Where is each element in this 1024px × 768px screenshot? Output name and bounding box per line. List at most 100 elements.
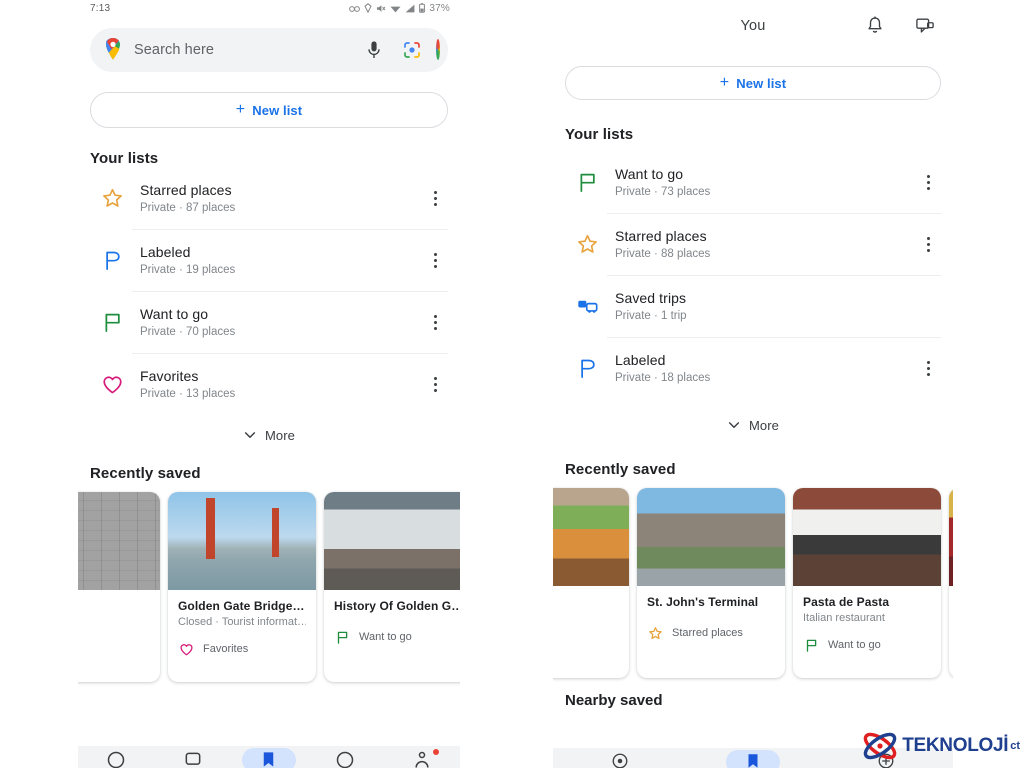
nav-saved[interactable] xyxy=(725,750,780,768)
right-phone-panel: You + New list Your lists Want to go Pri… xyxy=(553,0,953,768)
watermark-suffix: ct xyxy=(1010,740,1020,752)
place-card-tag xyxy=(78,629,150,645)
glasses-icon xyxy=(349,5,361,12)
list-item-menu-button[interactable] xyxy=(424,376,448,392)
list-item[interactable]: Favorites Private · 13 places xyxy=(90,353,448,415)
place-card-thumbnail xyxy=(637,488,785,586)
place-card[interactable]: Eatery (… nt o xyxy=(553,488,629,678)
search-bar[interactable]: Search here xyxy=(90,28,448,72)
wifi-icon xyxy=(390,6,401,12)
place-card[interactable]: St. John's Terminal Starred places xyxy=(637,488,785,678)
heart-icon xyxy=(100,372,124,396)
nav-contribute[interactable] xyxy=(318,750,372,768)
recently-saved-carousel[interactable]: ... Golden Gate Bridge… Closed · Tourist… xyxy=(78,482,460,682)
list-item-title: Want to go xyxy=(615,165,684,182)
place-card-tag: Want to go xyxy=(803,637,931,653)
list-item-title: Labeled xyxy=(615,351,666,368)
new-list-button[interactable]: + New list xyxy=(565,66,941,100)
place-card-title: Eatery (… xyxy=(553,595,619,609)
list-item-menu-button[interactable] xyxy=(424,252,448,268)
place-card-tag: Want to go xyxy=(334,629,460,645)
bottom-navigation[interactable] xyxy=(78,746,460,768)
place-card[interactable]: Golden Gate Bridge… Closed · Tourist inf… xyxy=(168,492,316,682)
nav-updates[interactable] xyxy=(395,749,449,768)
more-button[interactable]: More xyxy=(553,405,953,445)
search-area: Search here xyxy=(78,16,460,72)
place-card-tag-label: Favorites xyxy=(203,643,249,655)
messages-icon[interactable] xyxy=(911,12,939,40)
place-card-body: History Of Golden G… Want to go xyxy=(324,590,460,645)
place-card-body: Eatery (… nt o xyxy=(553,586,629,653)
new-list-label: New list xyxy=(736,75,787,91)
list-item[interactable]: Starred places Private · 87 places xyxy=(90,167,448,229)
list-item-subtitle: Private · 13 places xyxy=(140,387,236,400)
recently-saved-title: Recently saved xyxy=(90,465,201,482)
place-card[interactable]: History Of Golden G… Want to go xyxy=(324,492,460,682)
battery-percent: 37% xyxy=(429,2,450,14)
list-item-text: Saved trips Private · 1 trip xyxy=(615,289,901,324)
list-item-title: Labeled xyxy=(140,243,191,260)
list-item-menu-button[interactable] xyxy=(424,314,448,330)
place-card-tag: o xyxy=(553,637,619,653)
contribute-icon xyxy=(337,751,354,768)
list-item-menu-button[interactable] xyxy=(424,190,448,206)
search-input[interactable]: Search here xyxy=(134,42,350,58)
plus-icon: + xyxy=(235,101,246,118)
list-item-menu-button[interactable] xyxy=(917,174,941,190)
list-item[interactable]: Want to go Private · 70 places xyxy=(90,291,448,353)
new-list-button[interactable]: + New list xyxy=(90,92,448,128)
recently-saved-carousel[interactable]: Eatery (… nt o St. John's Terminal xyxy=(553,478,953,678)
nav-go[interactable] xyxy=(166,750,220,768)
mute-icon xyxy=(377,4,386,12)
microphone-icon[interactable] xyxy=(360,36,388,64)
pin-flag-icon xyxy=(100,248,124,272)
list-item-title: Favorites xyxy=(140,367,199,384)
status-system-icons: 37% xyxy=(349,3,450,14)
list-item[interactable]: Want to go Private · 73 places xyxy=(565,151,941,213)
nav-saved[interactable] xyxy=(241,748,296,768)
place-card[interactable]: ... xyxy=(78,492,160,682)
chevron-down-icon xyxy=(728,422,740,429)
list-item-title: Want to go xyxy=(140,305,209,322)
google-maps-pin-icon xyxy=(106,38,120,60)
bookmark-icon xyxy=(264,752,274,767)
list-item-subtitle: Private · 18 places xyxy=(615,371,711,384)
nav-explore[interactable] xyxy=(89,750,143,768)
updates-icon xyxy=(415,751,429,768)
place-card-tag-label: Starred places xyxy=(672,627,743,639)
place-card-body: Pasta de Pasta Italian restaurant Want t… xyxy=(793,586,941,653)
recently-saved-title: Recently saved xyxy=(565,461,676,478)
explore-icon xyxy=(612,753,628,768)
notifications-icon[interactable] xyxy=(861,12,889,40)
list-item-text: Want to go Private · 70 places xyxy=(140,305,408,340)
avatar[interactable] xyxy=(436,41,440,59)
your-lists-title: Your lists xyxy=(90,150,159,167)
place-card-body: ... xyxy=(78,590,160,645)
nearby-saved-title: Nearby saved xyxy=(565,692,663,709)
list-item-menu-button[interactable] xyxy=(917,236,941,252)
your-lists-title: Your lists xyxy=(565,126,634,143)
list-item[interactable]: Starred places Private · 88 places xyxy=(565,213,941,275)
google-lens-icon[interactable] xyxy=(398,36,426,64)
place-card-title: Golden Gate Bridge… xyxy=(178,599,305,613)
place-card-tag: Favorites xyxy=(178,641,306,657)
nav-explore[interactable] xyxy=(593,752,647,768)
place-card[interactable]: Pasta de Pasta Italian restaurant Want t… xyxy=(793,488,941,678)
star-icon xyxy=(100,186,124,210)
status-bar: 7:13 37% xyxy=(78,0,460,16)
flag-icon xyxy=(100,310,124,334)
bookmark-icon xyxy=(748,754,758,768)
list-item-text: Starred places Private · 87 places xyxy=(140,181,408,216)
list-item[interactable]: Labeled Private · 19 places xyxy=(90,229,448,291)
list-item-subtitle: Private · 88 places xyxy=(615,247,711,260)
star-icon xyxy=(647,625,663,641)
list-item[interactable]: Saved trips Private · 1 trip xyxy=(565,275,941,337)
new-list-label: New list xyxy=(252,102,303,118)
list-item-title: Starred places xyxy=(615,227,707,244)
list-item[interactable]: Labeled Private · 18 places xyxy=(565,337,941,399)
place-card[interactable] xyxy=(949,488,953,678)
battery-icon xyxy=(419,3,426,13)
list-item-menu-button[interactable] xyxy=(917,360,941,376)
list-item-subtitle: Private · 73 places xyxy=(615,185,711,198)
more-button[interactable]: More xyxy=(78,415,460,455)
